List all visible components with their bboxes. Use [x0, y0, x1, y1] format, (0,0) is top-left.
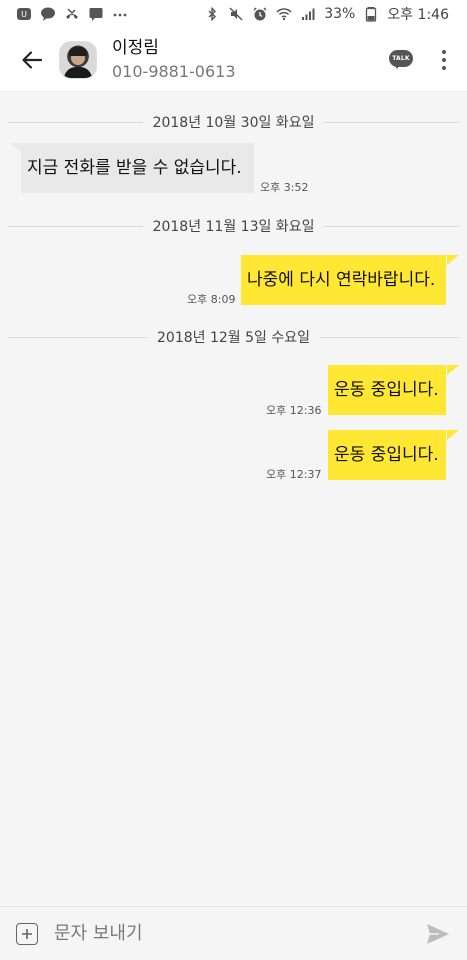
messaging-screen: U 33% 오후 1:46 이정림 010-9881-0613 TALK 201… — [0, 0, 467, 960]
message-time: 오후 8:09 — [187, 293, 236, 306]
outgoing-message-bubble[interactable]: 운동 중입니다. — [328, 365, 446, 415]
u-plus-icon: U — [16, 6, 32, 22]
talk-notification-icon — [40, 6, 56, 22]
alarm-icon — [252, 6, 268, 22]
conversation-header: 이정림 010-9881-0613 TALK — [0, 28, 467, 92]
battery-icon — [363, 6, 379, 22]
kakaotalk-icon[interactable]: TALK — [389, 49, 413, 70]
message-input[interactable] — [52, 922, 396, 945]
contact-info[interactable]: 이정림 010-9881-0613 — [112, 37, 236, 83]
date-label: 2018년 11월 13일 화요일 — [152, 219, 315, 235]
missed-call-icon — [64, 6, 80, 22]
message-time: 오후 12:36 — [266, 404, 322, 417]
back-arrow-icon — [22, 50, 43, 69]
message-text: 운동 중입니다. — [334, 445, 439, 465]
message-time: 오후 12:37 — [266, 468, 322, 481]
message-list[interactable]: 2018년 10월 30일 화요일 지금 전화를 받을 수 없습니다. 오후 3… — [0, 92, 467, 906]
status-bar: U 33% 오후 1:46 — [0, 0, 467, 28]
send-icon — [427, 923, 449, 944]
back-button[interactable] — [17, 45, 47, 75]
mute-icon — [228, 6, 244, 22]
date-divider: 2018년 11월 13일 화요일 — [8, 216, 460, 236]
contact-avatar[interactable] — [59, 40, 97, 79]
outgoing-message-bubble[interactable]: 운동 중입니다. — [328, 430, 446, 480]
svg-text:U: U — [21, 10, 27, 19]
message-text: 운동 중입니다. — [334, 380, 439, 400]
attach-button[interactable] — [16, 922, 38, 945]
signal-icon — [300, 6, 316, 22]
outgoing-message-bubble[interactable]: 나중에 다시 연락바랍니다. — [241, 255, 446, 305]
contact-name: 이정림 — [112, 37, 159, 58]
message-icon — [88, 6, 104, 22]
bubble-tail — [447, 430, 459, 440]
date-label: 2018년 10월 30일 화요일 — [152, 115, 315, 131]
more-dots-icon — [112, 6, 128, 22]
incoming-message-bubble[interactable]: 지금 전화를 받을 수 없습니다. — [21, 143, 254, 193]
message-text: 지금 전화를 받을 수 없습니다. — [27, 158, 242, 178]
plus-icon — [22, 928, 32, 939]
date-label: 2018년 12월 5일 수요일 — [157, 330, 310, 346]
message-time: 오후 3:52 — [260, 181, 309, 194]
bubble-tail — [10, 143, 22, 153]
message-text: 나중에 다시 연락바랍니다. — [247, 270, 436, 290]
bubble-tail — [447, 365, 459, 375]
message-composer — [0, 906, 467, 960]
wifi-icon — [276, 6, 292, 22]
date-divider: 2018년 10월 30일 화요일 — [8, 112, 460, 132]
date-divider: 2018년 12월 5일 수요일 — [8, 327, 460, 347]
contact-number: 010-9881-0613 — [112, 61, 236, 81]
bluetooth-icon — [204, 6, 220, 22]
clock: 오후 1:46 — [387, 7, 449, 23]
bubble-tail — [447, 255, 459, 265]
battery-percent: 33% — [324, 6, 356, 22]
send-button[interactable] — [425, 922, 451, 946]
more-options-icon[interactable] — [441, 49, 447, 70]
